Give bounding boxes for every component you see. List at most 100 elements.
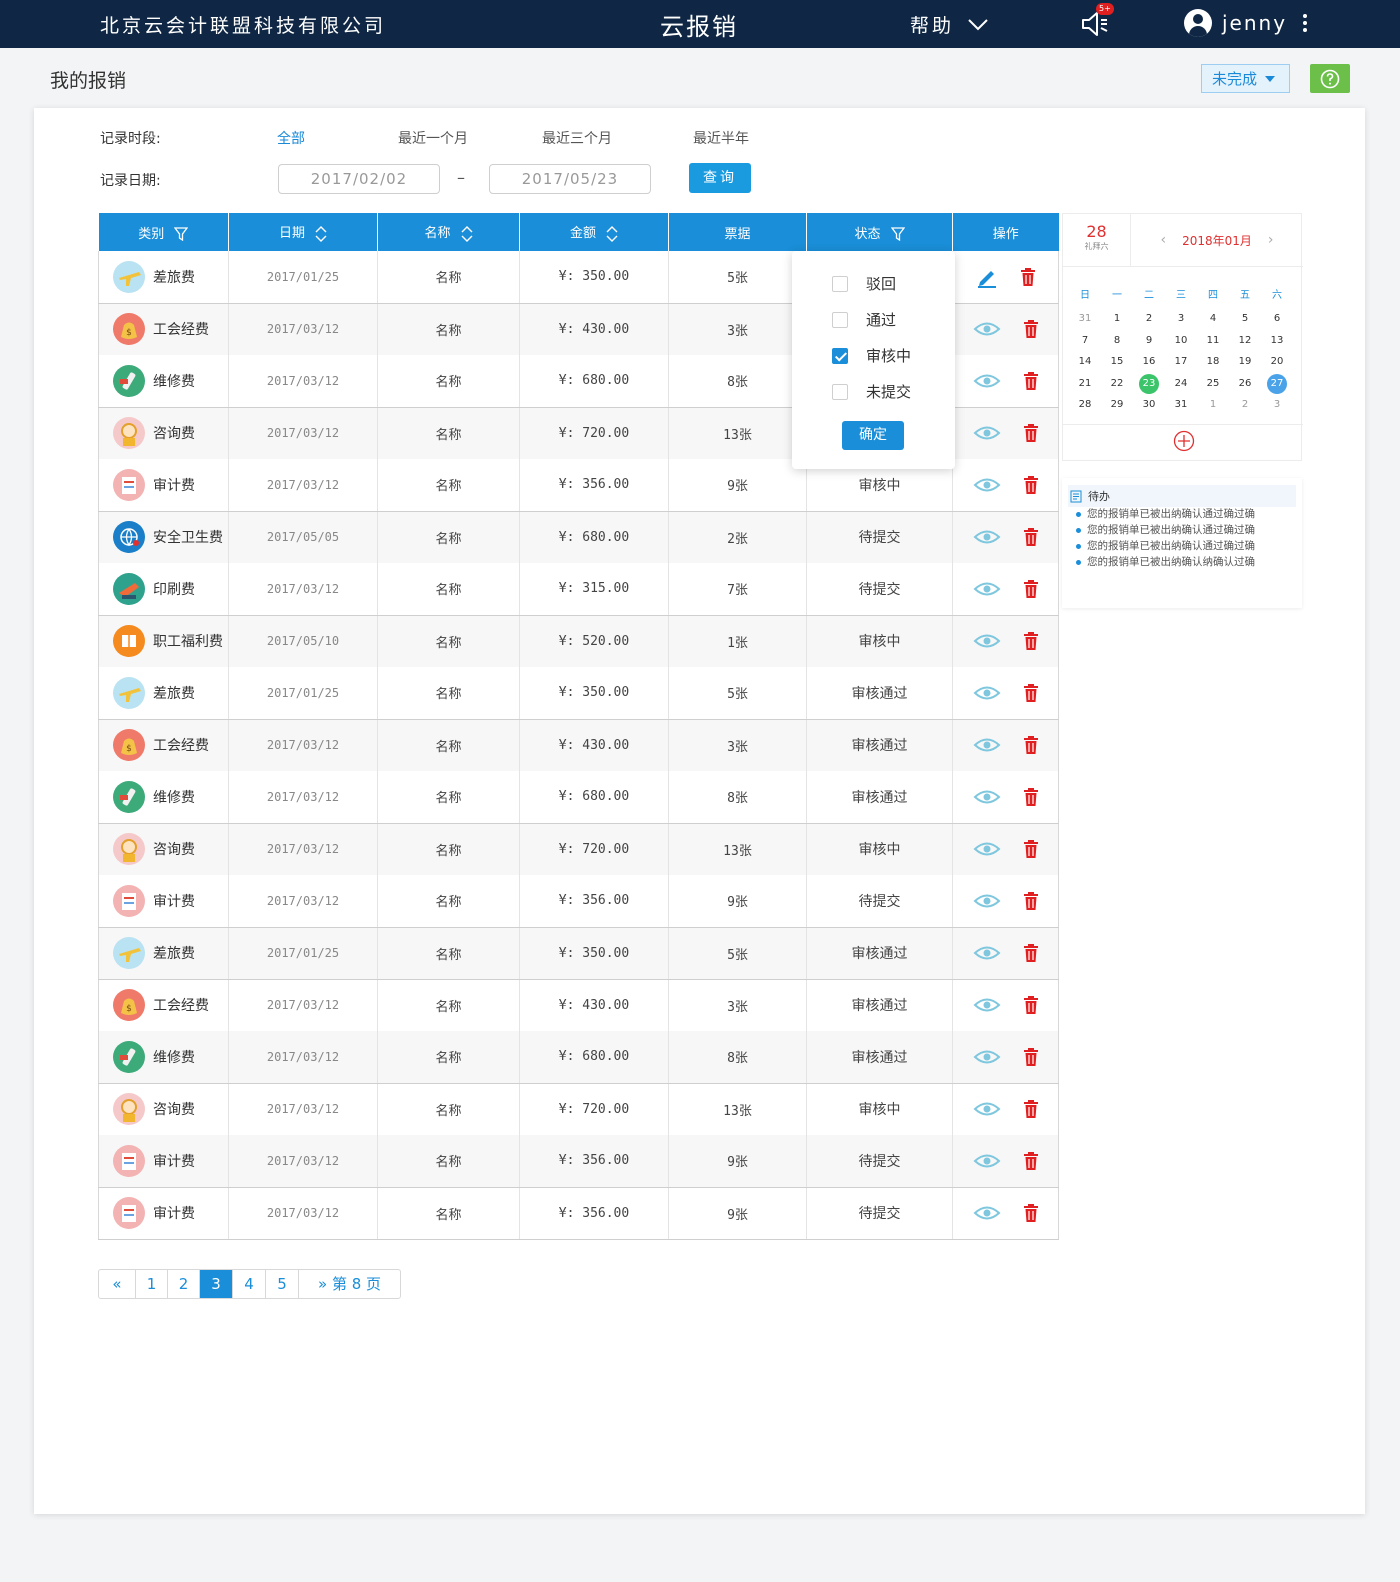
calendar-day[interactable]: 29: [1107, 395, 1127, 415]
page-2[interactable]: 2: [167, 1270, 199, 1298]
col-amount[interactable]: 金额: [519, 213, 669, 251]
help-button[interactable]: [1310, 64, 1350, 93]
calendar-day[interactable]: 8: [1107, 331, 1127, 351]
eye-icon[interactable]: [973, 477, 1001, 493]
trash-icon[interactable]: [1023, 995, 1039, 1015]
prev-month-icon[interactable]: ‹: [1160, 232, 1166, 248]
eye-icon[interactable]: [973, 1049, 1001, 1065]
trash-icon[interactable]: [1023, 891, 1039, 911]
calendar-day[interactable]: 25: [1203, 374, 1223, 394]
eye-icon[interactable]: [973, 1153, 1001, 1169]
col-date[interactable]: 日期: [228, 213, 378, 251]
trash-icon[interactable]: [1023, 1047, 1039, 1067]
trash-icon[interactable]: [1023, 1151, 1039, 1171]
eye-icon[interactable]: [973, 373, 1001, 389]
calendar-day[interactable]: 19: [1235, 352, 1255, 372]
eye-icon[interactable]: [973, 685, 1001, 701]
calendar-day[interactable]: 31: [1171, 395, 1191, 415]
col-category[interactable]: 类别: [98, 213, 229, 251]
period-last-month[interactable]: 最近一个月: [398, 128, 468, 148]
calendar-day[interactable]: 28: [1075, 395, 1095, 415]
calendar-day[interactable]: 6: [1267, 309, 1287, 329]
calendar-day[interactable]: 21: [1075, 374, 1095, 394]
date-to-input[interactable]: 2017/05/23: [489, 164, 651, 194]
page-3-current[interactable]: 3: [199, 1270, 232, 1298]
trash-icon[interactable]: [1023, 475, 1039, 495]
calendar-day[interactable]: 26: [1235, 374, 1255, 394]
query-button[interactable]: 查询: [689, 163, 751, 193]
trash-icon[interactable]: [1023, 371, 1039, 391]
col-name[interactable]: 名称: [377, 213, 520, 251]
trash-icon[interactable]: [1023, 683, 1039, 703]
calendar-day[interactable]: 24: [1171, 374, 1191, 394]
todo-item[interactable]: 您的报销单已被出纳确认通过确过确: [1076, 538, 1255, 554]
period-last-3-months[interactable]: 最近三个月: [542, 128, 612, 148]
eye-icon[interactable]: [973, 581, 1001, 597]
filter-option-unsubmitted[interactable]: 未提交: [832, 381, 911, 402]
calendar-day[interactable]: 30: [1139, 395, 1159, 415]
calendar-day[interactable]: 2: [1235, 395, 1255, 415]
calendar-day[interactable]: 9: [1139, 331, 1159, 351]
calendar-day[interactable]: 17: [1171, 352, 1191, 372]
calendar-day[interactable]: 27: [1267, 373, 1287, 394]
trash-icon[interactable]: [1020, 267, 1036, 287]
calendar-day[interactable]: 2: [1139, 309, 1159, 329]
calendar-day[interactable]: 4: [1203, 309, 1223, 329]
calendar-day[interactable]: 23: [1139, 373, 1159, 394]
calendar-day[interactable]: 13: [1267, 331, 1287, 351]
todo-item[interactable]: 您的报销单已被出纳确认通过确过确: [1076, 506, 1255, 522]
eye-icon[interactable]: [973, 737, 1001, 753]
trash-icon[interactable]: [1023, 943, 1039, 963]
confirm-button[interactable]: 确定: [842, 421, 904, 450]
filter-icon[interactable]: [174, 227, 189, 241]
eye-icon[interactable]: [973, 841, 1001, 857]
calendar-day[interactable]: 12: [1235, 331, 1255, 351]
next-pages-icon[interactable]: »: [318, 1275, 327, 1293]
status-filter-select[interactable]: 未完成: [1201, 64, 1290, 93]
eye-icon[interactable]: [973, 945, 1001, 961]
period-last-half-year[interactable]: 最近半年: [693, 128, 749, 148]
eye-icon[interactable]: [973, 633, 1001, 649]
trash-icon[interactable]: [1023, 735, 1039, 755]
edit-icon[interactable]: [976, 266, 998, 288]
trash-icon[interactable]: [1023, 423, 1039, 443]
checkbox[interactable]: [832, 275, 848, 292]
filter-icon[interactable]: [890, 227, 905, 241]
calendar-day[interactable]: 16: [1139, 352, 1159, 372]
todo-item[interactable]: 您的报销单已被出纳确认通过确过确: [1076, 522, 1255, 538]
eye-icon[interactable]: [973, 893, 1001, 909]
calendar-day[interactable]: 7: [1075, 331, 1095, 351]
calendar-day[interactable]: 31: [1075, 309, 1095, 329]
calendar-day[interactable]: 22: [1107, 374, 1127, 394]
eye-icon[interactable]: [973, 321, 1001, 337]
trash-icon[interactable]: [1023, 787, 1039, 807]
calendar-day[interactable]: 3: [1267, 395, 1287, 415]
user-menu[interactable]: jenny: [1184, 9, 1308, 37]
trash-icon[interactable]: [1023, 1099, 1039, 1119]
checkbox[interactable]: [832, 311, 848, 328]
help-menu[interactable]: 帮助: [910, 11, 988, 38]
page-4[interactable]: 4: [232, 1270, 265, 1298]
first-page-icon[interactable]: «: [99, 1270, 135, 1298]
eye-icon[interactable]: [973, 1205, 1001, 1221]
calendar-day[interactable]: 11: [1203, 331, 1223, 351]
trash-icon[interactable]: [1023, 839, 1039, 859]
todo-item[interactable]: 您的报销单已被出纳确认纳确认过确: [1076, 554, 1255, 570]
period-all[interactable]: 全部: [277, 128, 305, 148]
eye-icon[interactable]: [973, 529, 1001, 545]
calendar-day[interactable]: 14: [1075, 352, 1095, 372]
eye-icon[interactable]: [973, 1101, 1001, 1117]
eye-icon[interactable]: [973, 997, 1001, 1013]
date-from-input[interactable]: 2017/02/02: [278, 164, 440, 194]
add-circle-icon[interactable]: [1173, 430, 1195, 452]
calendar-day[interactable]: 20: [1267, 352, 1287, 372]
trash-icon[interactable]: [1023, 527, 1039, 547]
page-5[interactable]: 5: [265, 1270, 298, 1298]
trash-icon[interactable]: [1023, 579, 1039, 599]
more-vertical-icon[interactable]: [1303, 14, 1308, 32]
eye-icon[interactable]: [973, 425, 1001, 441]
calendar-day[interactable]: 15: [1107, 352, 1127, 372]
trash-icon[interactable]: [1023, 1203, 1039, 1223]
col-status[interactable]: 状态: [806, 213, 953, 251]
calendar-day[interactable]: 5: [1235, 309, 1255, 329]
